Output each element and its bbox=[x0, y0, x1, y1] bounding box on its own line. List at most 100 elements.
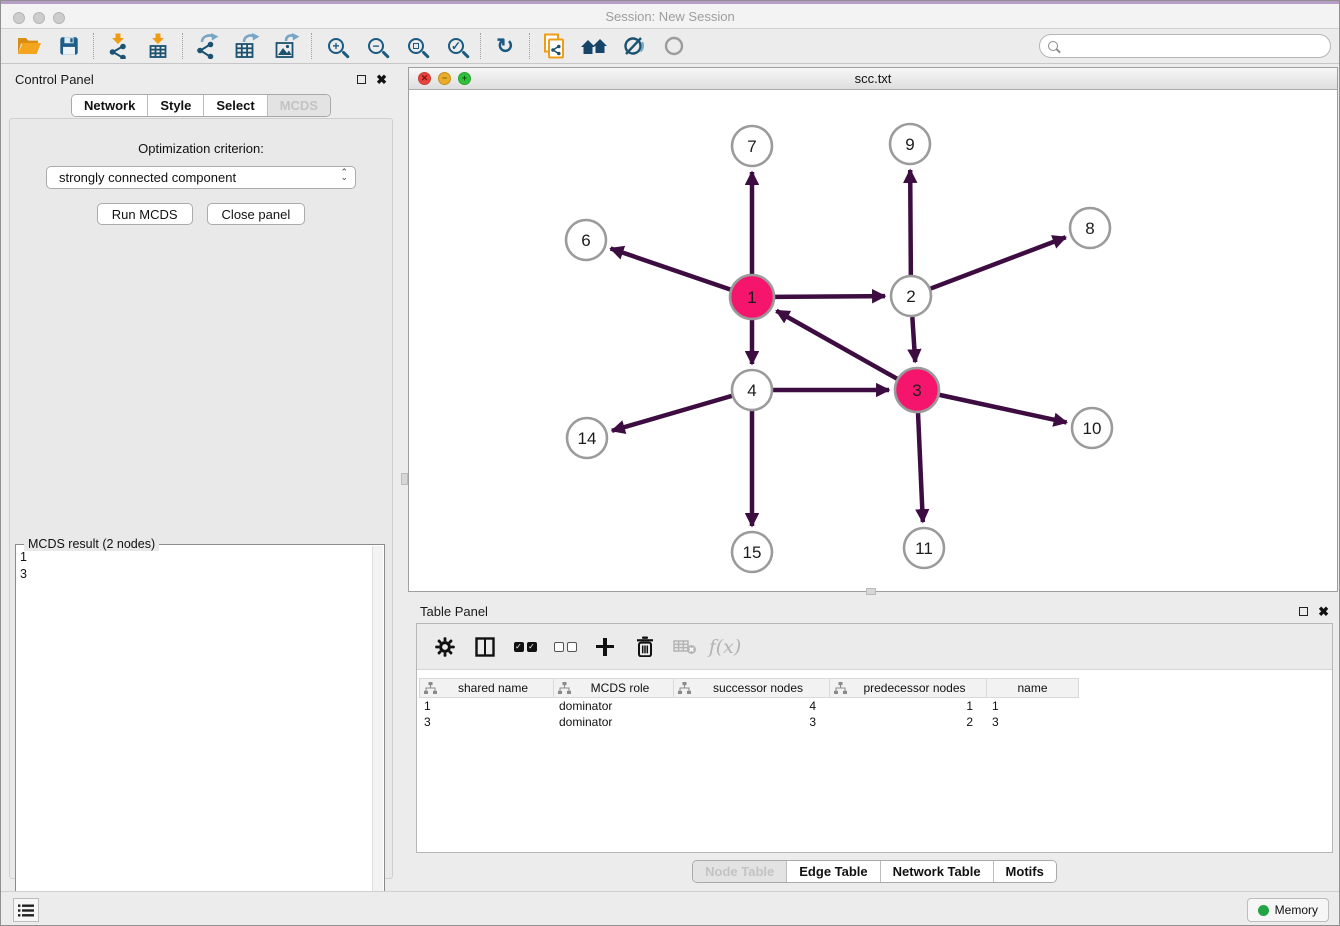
home-icon[interactable] bbox=[574, 31, 614, 61]
search-input[interactable] bbox=[1064, 38, 1322, 54]
zoom-window-button[interactable] bbox=[53, 12, 65, 24]
tab-select[interactable]: Select bbox=[204, 95, 267, 116]
close-panel-icon[interactable]: ✖ bbox=[376, 73, 387, 86]
table-row[interactable]: 3dominator323 bbox=[419, 714, 1330, 730]
minimize-window-button[interactable] bbox=[33, 12, 45, 24]
search-icon bbox=[1048, 41, 1058, 51]
task-history-button[interactable] bbox=[13, 898, 39, 922]
graph-node-2[interactable]: 2 bbox=[891, 276, 931, 316]
graph-node-9[interactable]: 9 bbox=[890, 124, 930, 164]
table-tabs: Node Table Edge Table Network Table Moti… bbox=[408, 860, 1340, 883]
close-window-button[interactable] bbox=[13, 12, 25, 24]
table-cell[interactable]: 1 bbox=[830, 699, 987, 713]
close-panel-button[interactable]: Close panel bbox=[207, 203, 306, 225]
tab-node-table[interactable]: Node Table bbox=[693, 861, 787, 882]
graph-node-14[interactable]: 14 bbox=[567, 418, 607, 458]
graph-node-8[interactable]: 8 bbox=[1070, 208, 1110, 248]
network-window-title: scc.txt bbox=[855, 71, 892, 86]
network-window-titlebar[interactable]: ✕ − + scc.txt bbox=[409, 68, 1337, 90]
clone-network-icon[interactable] bbox=[534, 31, 574, 61]
zoom-in-icon[interactable]: + bbox=[316, 31, 356, 61]
table-cell[interactable]: 3 bbox=[419, 715, 554, 729]
refresh-layout-icon[interactable]: ↻ bbox=[485, 31, 525, 61]
export-table-icon[interactable] bbox=[227, 31, 267, 61]
graph-edge-3-1[interactable] bbox=[776, 311, 897, 379]
select-all-icon[interactable]: ✓✓ bbox=[507, 629, 543, 665]
app-title: Session: New Session bbox=[605, 9, 734, 24]
table-cell[interactable]: 1 bbox=[987, 699, 1079, 713]
tab-style[interactable]: Style bbox=[148, 95, 204, 116]
graph-node-10[interactable]: 10 bbox=[1072, 408, 1112, 448]
export-image-icon[interactable] bbox=[267, 31, 307, 61]
result-scrollbar[interactable] bbox=[372, 546, 383, 915]
graph-edge-1-6[interactable] bbox=[611, 248, 731, 289]
table-cell[interactable]: dominator bbox=[554, 715, 674, 729]
column-header[interactable]: successor nodes bbox=[674, 678, 830, 698]
graph-node-11[interactable]: 11 bbox=[904, 528, 944, 568]
graph-node-3[interactable]: 3 bbox=[895, 368, 939, 412]
import-network-icon[interactable] bbox=[98, 31, 138, 61]
close-table-panel-icon[interactable]: ✖ bbox=[1318, 605, 1329, 618]
table-cell[interactable]: 3 bbox=[987, 715, 1079, 729]
table-cell[interactable]: 1 bbox=[419, 699, 554, 713]
network-close-icon[interactable]: ✕ bbox=[418, 72, 431, 85]
zoom-fit-icon[interactable] bbox=[396, 31, 436, 61]
graph-node-7[interactable]: 7 bbox=[732, 126, 772, 166]
tab-mcds[interactable]: MCDS bbox=[268, 95, 330, 116]
open-session-icon[interactable] bbox=[9, 31, 49, 61]
graph-node-4[interactable]: 4 bbox=[732, 370, 772, 410]
network-canvas[interactable]: 7 9 6 8 1 2 4 3 14 10 15 11 bbox=[409, 90, 1337, 591]
graph-edge-2-9[interactable] bbox=[910, 170, 911, 275]
destroy-table-icon[interactable] bbox=[667, 629, 703, 665]
function-builder-icon[interactable]: f(x) bbox=[707, 629, 743, 665]
graph-node-6[interactable]: 6 bbox=[566, 220, 606, 260]
float-table-panel-icon[interactable] bbox=[1299, 607, 1308, 616]
network-minimize-icon[interactable]: − bbox=[438, 72, 451, 85]
export-network-icon[interactable] bbox=[187, 31, 227, 61]
table-cell[interactable]: 4 bbox=[674, 699, 830, 713]
network-maximize-icon[interactable]: + bbox=[458, 72, 471, 85]
graph-edge-3-11[interactable] bbox=[918, 413, 923, 522]
graph-edge-4-14[interactable] bbox=[612, 396, 732, 431]
tab-edge-table[interactable]: Edge Table bbox=[787, 861, 880, 882]
network-view-window: ✕ − + scc.txt 7 9 6 8 1 2 4 3 14 10 15 11 bbox=[408, 67, 1338, 592]
birds-eye-view-icon[interactable] bbox=[654, 31, 694, 61]
tab-network[interactable]: Network bbox=[72, 95, 148, 116]
vertical-splitter-handle[interactable] bbox=[401, 473, 408, 485]
graph-node-1[interactable]: 1 bbox=[730, 275, 774, 319]
column-header[interactable]: predecessor nodes bbox=[830, 678, 987, 698]
column-header[interactable]: shared name bbox=[419, 678, 554, 698]
table-cell[interactable]: 3 bbox=[674, 715, 830, 729]
optimization-criterion-select[interactable]: strongly connected component ⌃⌄ bbox=[46, 166, 356, 189]
table-options-icon[interactable] bbox=[427, 629, 463, 665]
toolbar-separator bbox=[480, 33, 481, 59]
column-visibility-icon[interactable] bbox=[467, 629, 503, 665]
save-session-icon[interactable] bbox=[49, 31, 89, 61]
tab-network-table[interactable]: Network Table bbox=[881, 861, 994, 882]
search-field[interactable] bbox=[1039, 34, 1331, 58]
zoom-selected-icon[interactable]: ✓ bbox=[436, 31, 476, 61]
table-row[interactable]: 1dominator411 bbox=[419, 698, 1330, 714]
float-panel-icon[interactable] bbox=[357, 75, 366, 84]
graph-edge-2-3[interactable] bbox=[912, 317, 915, 362]
delete-column-icon[interactable] bbox=[627, 629, 663, 665]
column-header[interactable]: name bbox=[987, 678, 1079, 698]
add-column-icon[interactable] bbox=[587, 629, 623, 665]
table-cell[interactable]: 2 bbox=[830, 715, 987, 729]
graph-edge-2-8[interactable] bbox=[931, 237, 1066, 288]
deselect-all-icon[interactable] bbox=[547, 629, 583, 665]
tab-motifs[interactable]: Motifs bbox=[994, 861, 1056, 882]
graph-node-15[interactable]: 15 bbox=[732, 532, 772, 572]
column-header[interactable]: MCDS role bbox=[554, 678, 674, 698]
graph-edge-3-10[interactable] bbox=[939, 395, 1066, 423]
table-cell[interactable]: dominator bbox=[554, 699, 674, 713]
zoom-out-icon[interactable]: − bbox=[356, 31, 396, 61]
memory-button[interactable]: Memory bbox=[1247, 898, 1329, 922]
main-toolbar: + − ✓ ↻ bbox=[1, 29, 1339, 64]
import-table-icon[interactable] bbox=[138, 31, 178, 61]
horizontal-splitter-handle[interactable] bbox=[866, 588, 876, 595]
run-mcds-button[interactable]: Run MCDS bbox=[97, 203, 193, 225]
graphics-details-icon[interactable] bbox=[614, 31, 654, 61]
optimization-criterion-label: Optimization criterion: bbox=[10, 141, 392, 156]
graph-edge-1-2[interactable] bbox=[775, 296, 885, 297]
